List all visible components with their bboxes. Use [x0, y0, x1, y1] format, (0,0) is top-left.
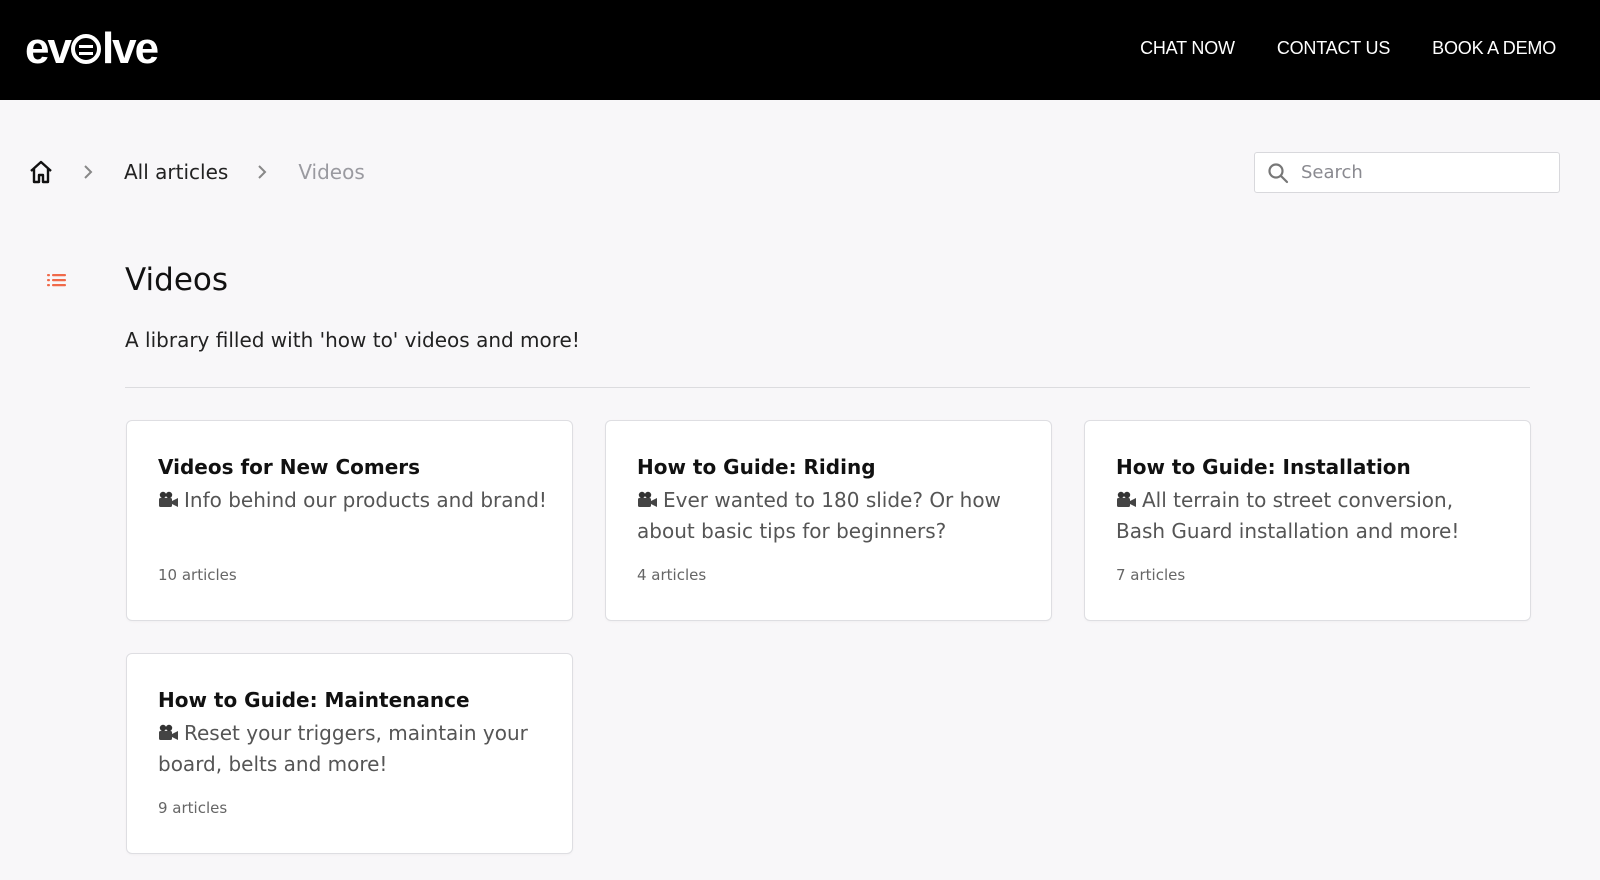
- search-icon: [1267, 162, 1289, 184]
- contact-us-link[interactable]: CONTACT US: [1277, 38, 1391, 59]
- search-box[interactable]: [1254, 152, 1560, 193]
- divider: [125, 387, 1530, 388]
- chevron-right-icon: [256, 164, 268, 180]
- article-count: 7 articles: [1116, 566, 1186, 584]
- movie-camera-icon: [158, 720, 180, 740]
- card-title: How to Guide: Installation: [1116, 455, 1411, 479]
- header-nav: CHAT NOW CONTACT US BOOK A DEMO: [1140, 38, 1556, 59]
- search-input[interactable]: [1301, 162, 1541, 183]
- top-header: ev lve CHAT NOW CONTACT US BOOK A DEMO: [0, 0, 1600, 100]
- breadcrumb-all-articles[interactable]: All articles: [124, 160, 228, 184]
- book-a-demo-link[interactable]: BOOK A DEMO: [1432, 38, 1556, 59]
- movie-camera-icon: [1116, 487, 1138, 507]
- chevron-right-icon: [82, 164, 94, 180]
- collection-card-riding[interactable]: How to Guide: Riding Ever wanted to 180 …: [605, 420, 1052, 621]
- page-title: Videos: [125, 262, 229, 298]
- card-description: All terrain to street conversion, Bash G…: [1116, 487, 1460, 543]
- card-description: Reset your triggers, maintain your board…: [158, 720, 528, 776]
- card-title: Videos for New Comers: [158, 455, 421, 479]
- movie-camera-icon: [637, 487, 659, 507]
- card-title: How to Guide: Riding: [637, 455, 876, 479]
- card-description: Info behind our products and brand!: [158, 485, 548, 516]
- card-description: Ever wanted to 180 slide? Or how about b…: [637, 487, 1001, 543]
- page-description: A library filled with 'how to' videos an…: [125, 328, 580, 352]
- article-count: 9 articles: [158, 799, 228, 817]
- article-count: 10 articles: [158, 566, 237, 584]
- collection-card-new-comers[interactable]: Videos for New Comers Info behind our pr…: [126, 420, 573, 621]
- chat-now-link[interactable]: CHAT NOW: [1140, 38, 1235, 59]
- breadcrumb: All articles Videos: [28, 156, 365, 188]
- movie-camera-icon: [158, 487, 180, 507]
- home-icon[interactable]: [28, 159, 54, 185]
- collection-card-maintenance[interactable]: How to Guide: Maintenance Reset your tri…: [126, 653, 573, 854]
- list-icon: [46, 272, 68, 290]
- article-count: 4 articles: [637, 566, 707, 584]
- card-title: How to Guide: Maintenance: [158, 688, 470, 712]
- breadcrumb-current: Videos: [298, 160, 365, 184]
- evolve-logo[interactable]: ev lve: [25, 24, 159, 74]
- collection-card-installation[interactable]: How to Guide: Installation All terrain t…: [1084, 420, 1531, 621]
